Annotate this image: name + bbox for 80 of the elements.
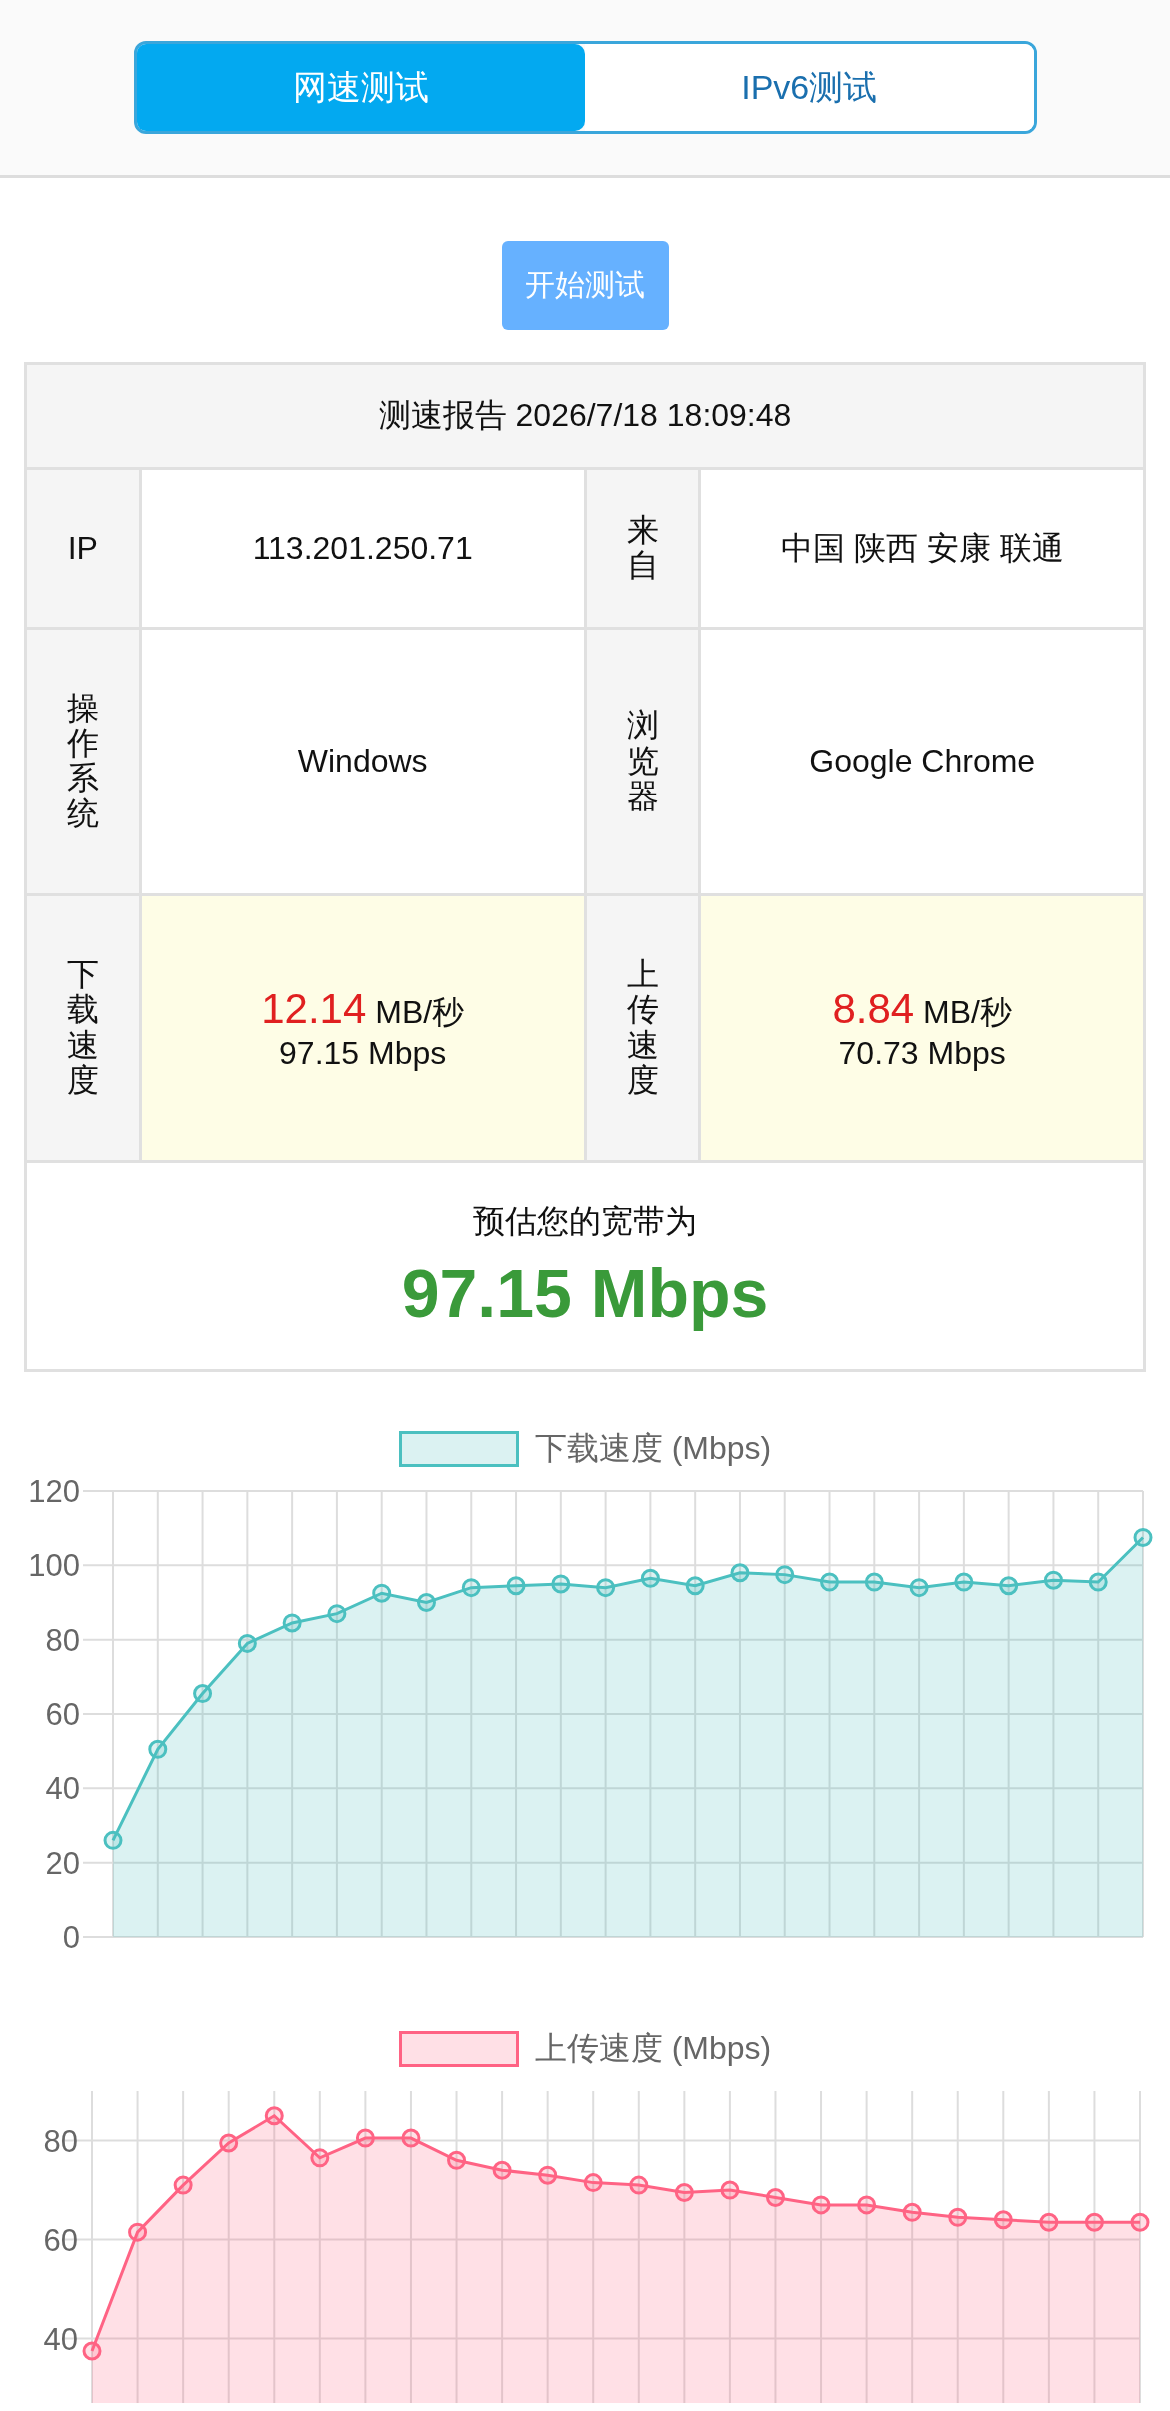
data-point <box>282 1613 302 1633</box>
axis-label: 100 <box>28 1548 80 1584</box>
axis-label: 60 <box>43 2222 78 2258</box>
data-point <box>372 1583 392 1603</box>
data-point <box>629 2175 649 2195</box>
data-point <box>82 2341 102 2361</box>
axis-label: 40 <box>45 1771 80 1807</box>
data-point <box>193 1684 213 1704</box>
field-label: 上传速度 <box>626 957 659 1098</box>
legend-label: 下载速度 (Mbps) <box>534 1429 772 1468</box>
data-point <box>857 2195 877 2215</box>
data-point <box>492 2160 512 2180</box>
axis-label: 60 <box>45 1697 80 1732</box>
data-point <box>775 1565 795 1585</box>
data-point <box>766 2188 785 2207</box>
axis-label: 0 <box>62 1920 80 1955</box>
estimate-value: 97.15 Mbps <box>400 1254 770 1332</box>
data-point <box>1088 1572 1108 1592</box>
data-point <box>219 2133 239 2153</box>
data-point <box>640 1568 660 1588</box>
data-point <box>902 2202 922 2222</box>
axis-label: 80 <box>43 2123 78 2159</box>
data-point <box>730 1563 750 1583</box>
data-point <box>1084 2212 1104 2232</box>
speed-mbps: 97.15 Mbps <box>278 1034 448 1073</box>
data-point <box>355 2128 375 2148</box>
field-label: 来自 <box>626 512 659 584</box>
tab[interactable]: 网速测试 <box>136 44 585 131</box>
legend-label: 上传速度 (Mbps) <box>534 2029 772 2068</box>
data-point <box>1133 1527 1153 1547</box>
data-point <box>237 1633 257 1653</box>
data-point <box>417 1593 436 1612</box>
speed-mbps: 70.73 Mbps <box>837 1034 1007 1073</box>
field-value: 中国 陕西 安康 联通 <box>780 529 1064 566</box>
data-point <box>148 1739 168 1759</box>
data-point <box>909 1578 929 1598</box>
field-value: Google Chrome <box>809 743 1036 779</box>
data-point <box>674 2183 694 2202</box>
data-point <box>583 2173 603 2193</box>
data-point <box>685 1576 705 1596</box>
data-point <box>327 1604 347 1624</box>
data-point <box>506 1576 526 1596</box>
axis-label: 120 <box>28 1474 80 1509</box>
axis-label: 80 <box>45 1622 80 1658</box>
data-point <box>173 2175 193 2195</box>
field-label: IP <box>66 531 99 567</box>
data-point <box>551 1574 571 1594</box>
data-point <box>864 1572 884 1592</box>
data-point <box>811 2195 831 2215</box>
data-point <box>538 2165 558 2185</box>
field-value: 113.201.250.71 <box>252 530 473 566</box>
axis-label: 20 <box>45 1845 80 1881</box>
data-point <box>264 2106 284 2126</box>
data-point <box>401 2128 421 2148</box>
field-label: 操作系统 <box>66 690 99 832</box>
field-value: Windows <box>297 743 428 779</box>
start-test-button[interactable]: 开始测试 <box>501 241 669 330</box>
field-label: 浏览器 <box>626 708 659 814</box>
data-point <box>820 1572 839 1592</box>
data-point <box>310 2148 330 2168</box>
data-point <box>596 1578 616 1598</box>
speed-value: 8.84 MB/秒 <box>831 983 1013 1034</box>
data-point <box>461 1578 481 1598</box>
data-point <box>948 2207 968 2227</box>
axis-label: 40 <box>43 2321 78 2357</box>
data-point <box>993 2210 1013 2230</box>
data-point <box>103 1830 123 1850</box>
data-point <box>999 1576 1019 1596</box>
data-point <box>1130 2212 1150 2232</box>
data-point <box>1039 2212 1059 2232</box>
data-point <box>128 2222 148 2242</box>
speed-value: 12.14 MB/秒 <box>260 983 466 1034</box>
data-point <box>954 1572 974 1592</box>
estimate-caption: 预估您的宽带为 <box>472 1202 698 1241</box>
report-title: 测速报告 2026/7/18 18:09:48 <box>378 397 792 433</box>
data-point <box>447 2150 466 2170</box>
data-point <box>1043 1570 1063 1590</box>
data-point <box>720 2180 740 2200</box>
tab[interactable]: IPv6测试 <box>585 44 1034 131</box>
field-label: 下载速度 <box>66 957 99 1098</box>
